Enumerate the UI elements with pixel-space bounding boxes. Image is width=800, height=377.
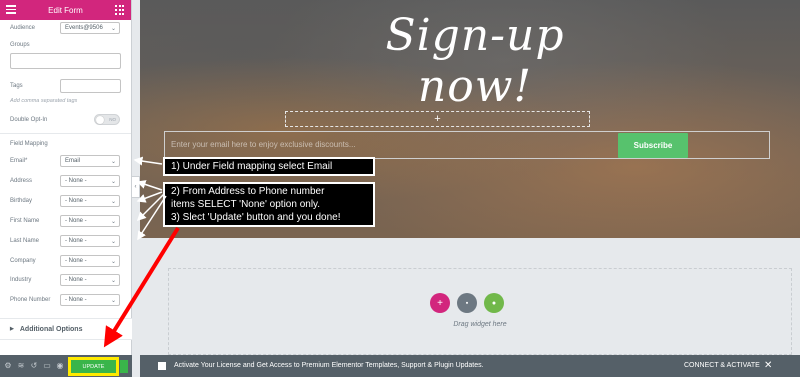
toggle-state: NO: [109, 117, 116, 122]
layers-icon[interactable]: ≋: [17, 362, 25, 370]
audience-label: Audience: [10, 25, 36, 31]
mapping-label: Email*: [10, 158, 28, 164]
update-options-caret[interactable]: [120, 360, 128, 373]
chevron-down-icon: ⌄: [110, 239, 116, 245]
groups-input[interactable]: [10, 53, 121, 69]
widgets-grid-icon[interactable]: [115, 5, 125, 15]
mapping-label: Address: [10, 178, 33, 184]
section-divider: [0, 133, 131, 134]
settings-icon[interactable]: ⚙: [4, 362, 12, 370]
field-mapping-title: Field Mapping: [10, 141, 48, 147]
mapping-select[interactable]: - None - ⌄: [60, 215, 120, 227]
leaf-icon[interactable]: ●: [484, 293, 504, 313]
toggle-knob: [96, 116, 104, 124]
chevron-down-icon: ⌄: [110, 298, 116, 304]
double-optin-label: Double Opt-In: [10, 117, 48, 123]
additional-options-section[interactable]: ▶ Additional Options: [0, 318, 132, 340]
mapping-select[interactable]: - None - ⌄: [60, 294, 120, 306]
email-input[interactable]: Enter your email here to enjoy exclusive…: [171, 140, 356, 149]
additional-options-label: Additional Options: [19, 325, 83, 333]
tags-input[interactable]: [60, 79, 121, 93]
hero-title: Sign-up now!: [385, 10, 565, 112]
annotation-step-1: 1) Under Field mapping select Email: [163, 157, 375, 176]
double-optin-toggle[interactable]: NO: [94, 114, 120, 125]
mapping-label: Company: [10, 258, 36, 264]
chevron-down-icon: ⌄: [110, 26, 116, 32]
tags-hint: Add comma separated tags: [10, 98, 78, 104]
connect-activate-link[interactable]: CONNECT & ACTIVATE: [684, 362, 760, 369]
notice-icon: [158, 362, 166, 370]
close-icon[interactable]: ✕: [764, 360, 772, 371]
groups-row: Groups: [10, 40, 121, 50]
template-folder-icon[interactable]: ▪: [457, 293, 477, 313]
annotation-step-2-3: 2) From Address to Phone number items SE…: [163, 182, 375, 227]
hamburger-icon[interactable]: [6, 5, 16, 15]
mapping-label: Industry: [10, 277, 32, 283]
mapping-label: Birthday: [10, 198, 33, 204]
add-section-button[interactable]: +: [285, 111, 590, 127]
chevron-down-icon: ⌄: [110, 179, 116, 185]
chevron-down-icon: ⌄: [110, 259, 116, 265]
chevron-down-icon: ⌄: [110, 159, 116, 165]
update-highlight: UPDATE: [68, 357, 119, 376]
subscribe-button[interactable]: Subscribe: [618, 133, 688, 158]
add-widget-icon[interactable]: +: [430, 293, 450, 313]
license-notice-bar: Activate Your License and Get Access to …: [140, 355, 800, 377]
mapping-label: Last Name: [10, 238, 40, 244]
responsive-icon[interactable]: ▭: [43, 362, 51, 370]
preview-icon[interactable]: ◉: [56, 362, 64, 370]
history-icon[interactable]: ↺: [30, 362, 38, 370]
widget-drop-zone[interactable]: + ▪ ● Drag widget here: [168, 268, 792, 355]
mapping-select[interactable]: - None - ⌄: [60, 235, 120, 247]
mapping-label: Phone Number: [10, 297, 51, 303]
sidebar-footer: ⚙ ≋ ↺ ▭ ◉ UPDATE: [0, 355, 132, 377]
editor-sidebar: Edit Form Audience Events@9506 ⌄ Groups …: [0, 0, 132, 377]
chevron-down-icon: ⌄: [110, 219, 116, 225]
update-button[interactable]: UPDATE: [71, 360, 116, 373]
tags-label: Tags: [10, 83, 23, 89]
chevron-down-icon: ⌄: [110, 199, 116, 205]
chevron-down-icon: ⌄: [110, 278, 116, 284]
mapping-select[interactable]: Email ⌄: [60, 155, 120, 167]
sidebar-header: Edit Form: [0, 0, 131, 20]
collapse-panel-handle[interactable]: ‹: [132, 176, 140, 198]
signup-form: Enter your email here to enjoy exclusive…: [164, 131, 770, 159]
drag-widget-text: Drag widget here: [453, 321, 507, 328]
mapping-select[interactable]: - None - ⌄: [60, 274, 120, 286]
mapping-select[interactable]: - None - ⌄: [60, 175, 120, 187]
mapping-label: First Name: [10, 218, 40, 224]
mapping-select[interactable]: - None - ⌄: [60, 255, 120, 267]
sidebar-title: Edit Form: [48, 5, 83, 15]
caret-right-icon: ▶: [10, 326, 14, 332]
notice-text: Activate Your License and Get Access to …: [174, 362, 484, 369]
groups-label: Groups: [10, 42, 30, 48]
audience-select[interactable]: Events@9506 ⌄: [60, 22, 120, 34]
mapping-select[interactable]: - None - ⌄: [60, 195, 120, 207]
